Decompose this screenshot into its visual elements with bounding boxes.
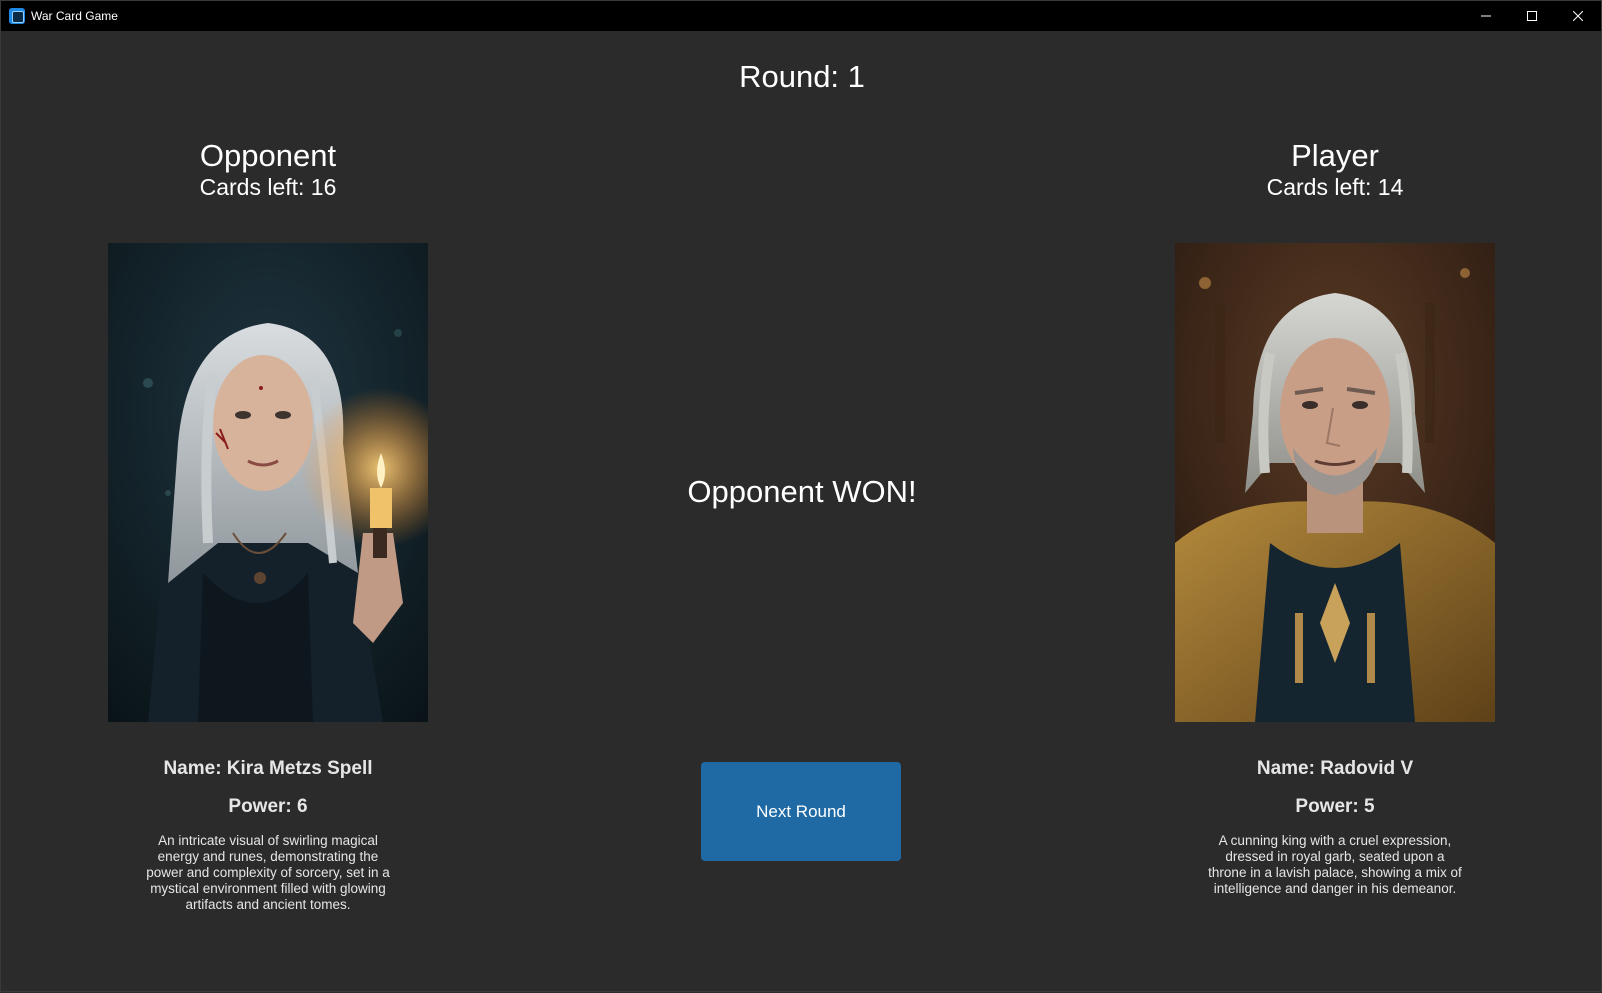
opponent-header: Opponent Cards left: 16	[58, 139, 478, 201]
minimize-icon	[1481, 11, 1491, 21]
maximize-icon	[1527, 11, 1537, 21]
window-title: War Card Game	[31, 9, 118, 23]
player-title: Player	[1291, 138, 1379, 173]
opponent-cards-left: Cards left: 16	[199, 174, 337, 200]
player-cards-left: Cards left: 14	[1266, 174, 1404, 200]
opponent-card-power: Power: 6	[228, 796, 308, 817]
player-card-name: Name: Radovid V	[1256, 758, 1414, 779]
next-round-button[interactable]: Next Round	[701, 762, 901, 861]
app-window: War Card Game Round: 1 Opponent Cards le…	[0, 0, 1602, 992]
opponent-card-name: Name: Kira Metzs Spell	[163, 758, 373, 779]
close-icon	[1573, 11, 1583, 21]
player-header: Player Cards left: 14	[1125, 139, 1545, 201]
round-result: Opponent WON!	[687, 474, 917, 509]
player-card-info: Name: Radovid V Power: 5 A cunning king …	[1155, 757, 1515, 897]
opponent-title: Opponent	[199, 138, 337, 173]
title-bar[interactable]: War Card Game	[1, 1, 1601, 31]
player-card-description: A cunning king with a cruel expression, …	[1208, 833, 1462, 896]
close-button[interactable]	[1555, 1, 1601, 31]
maximize-button[interactable]	[1509, 1, 1555, 31]
window-controls	[1463, 1, 1601, 31]
round-label: Round: 1	[739, 59, 865, 94]
player-card-power: Power: 5	[1295, 796, 1375, 817]
game-area: Round: 1 Opponent Cards left: 16 Player …	[1, 31, 1602, 993]
app-icon	[9, 8, 25, 24]
minimize-button[interactable]	[1463, 1, 1509, 31]
opponent-card-description: An intricate visual of swirling magical …	[146, 833, 390, 912]
opponent-card-info: Name: Kira Metzs Spell Power: 6 An intri…	[88, 757, 448, 913]
